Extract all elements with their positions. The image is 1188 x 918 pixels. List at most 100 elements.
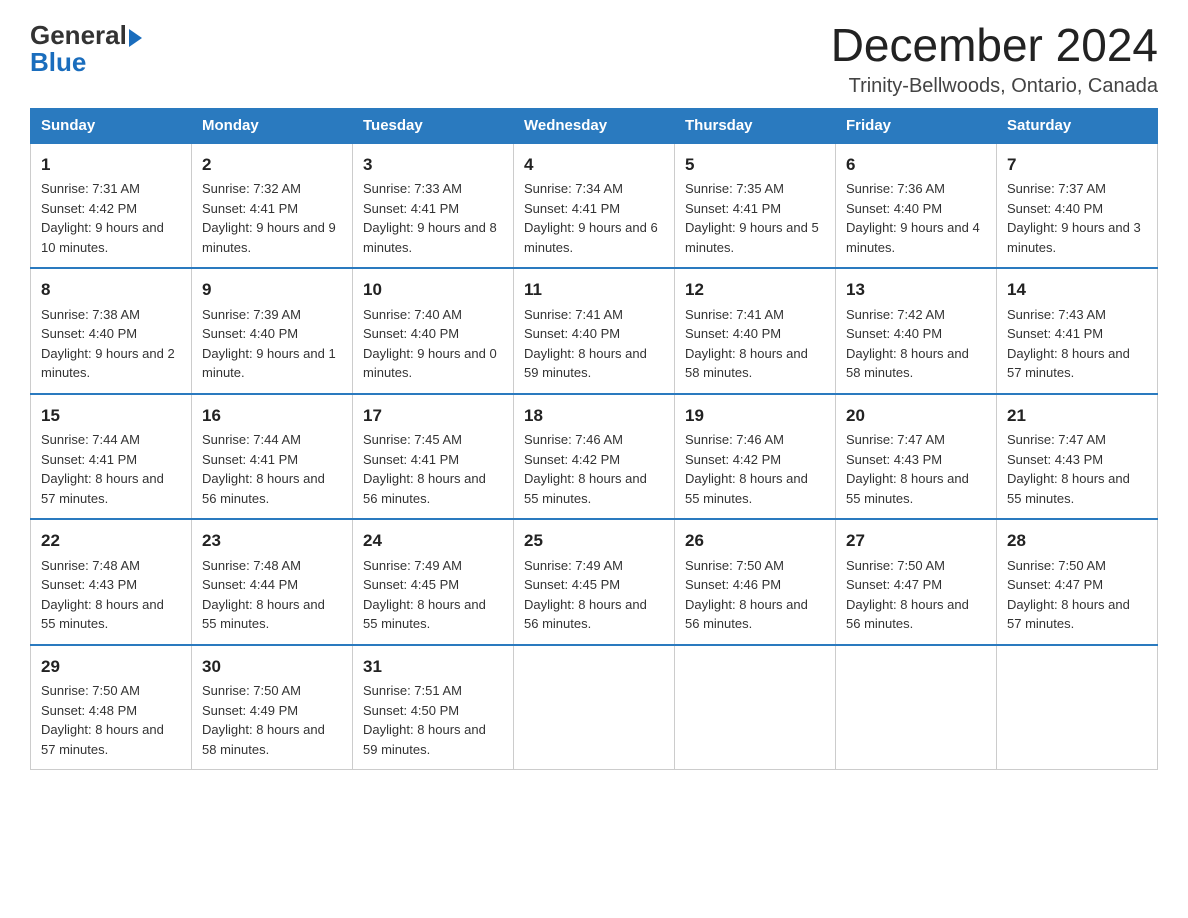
day-number: 27: [846, 528, 986, 554]
day-sunrise: Sunrise: 7:50 AM: [846, 558, 945, 573]
day-sunrise: Sunrise: 7:44 AM: [41, 432, 140, 447]
calendar-cell: 13 Sunrise: 7:42 AM Sunset: 4:40 PM Dayl…: [836, 268, 997, 394]
day-daylight: Daylight: 8 hours and 55 minutes.: [1007, 471, 1130, 506]
day-sunset: Sunset: 4:42 PM: [524, 452, 620, 467]
day-sunset: Sunset: 4:48 PM: [41, 703, 137, 718]
day-daylight: Daylight: 8 hours and 59 minutes.: [524, 346, 647, 381]
day-daylight: Daylight: 8 hours and 55 minutes.: [685, 471, 808, 506]
day-number: 29: [41, 654, 181, 680]
day-daylight: Daylight: 9 hours and 9 minutes.: [202, 220, 336, 255]
calendar-cell: 30 Sunrise: 7:50 AM Sunset: 4:49 PM Dayl…: [192, 645, 353, 770]
day-sunrise: Sunrise: 7:37 AM: [1007, 181, 1106, 196]
day-number: 22: [41, 528, 181, 554]
day-sunrise: Sunrise: 7:35 AM: [685, 181, 784, 196]
header-wednesday: Wednesday: [514, 108, 675, 143]
calendar-cell: 7 Sunrise: 7:37 AM Sunset: 4:40 PM Dayli…: [997, 143, 1158, 269]
day-number: 10: [363, 277, 503, 303]
day-daylight: Daylight: 8 hours and 56 minutes.: [685, 597, 808, 632]
calendar-cell: [997, 645, 1158, 770]
day-daylight: Daylight: 9 hours and 6 minutes.: [524, 220, 658, 255]
day-sunset: Sunset: 4:41 PM: [202, 201, 298, 216]
day-daylight: Daylight: 9 hours and 3 minutes.: [1007, 220, 1141, 255]
day-sunrise: Sunrise: 7:50 AM: [202, 683, 301, 698]
day-sunset: Sunset: 4:43 PM: [1007, 452, 1103, 467]
day-sunset: Sunset: 4:41 PM: [524, 201, 620, 216]
day-number: 17: [363, 403, 503, 429]
day-sunset: Sunset: 4:49 PM: [202, 703, 298, 718]
day-daylight: Daylight: 8 hours and 56 minutes.: [846, 597, 969, 632]
calendar-cell: 26 Sunrise: 7:50 AM Sunset: 4:46 PM Dayl…: [675, 519, 836, 645]
calendar-cell: 6 Sunrise: 7:36 AM Sunset: 4:40 PM Dayli…: [836, 143, 997, 269]
day-sunrise: Sunrise: 7:38 AM: [41, 307, 140, 322]
day-daylight: Daylight: 8 hours and 55 minutes.: [41, 597, 164, 632]
day-daylight: Daylight: 8 hours and 58 minutes.: [202, 722, 325, 757]
calendar-cell: 31 Sunrise: 7:51 AM Sunset: 4:50 PM Dayl…: [353, 645, 514, 770]
day-number: 5: [685, 152, 825, 178]
month-year-title: December 2024: [831, 20, 1158, 71]
day-number: 12: [685, 277, 825, 303]
calendar-week-4: 22 Sunrise: 7:48 AM Sunset: 4:43 PM Dayl…: [31, 519, 1158, 645]
day-sunset: Sunset: 4:44 PM: [202, 577, 298, 592]
day-sunrise: Sunrise: 7:47 AM: [846, 432, 945, 447]
calendar-cell: [836, 645, 997, 770]
title-block: December 2024 Trinity-Bellwoods, Ontario…: [831, 20, 1158, 98]
calendar-week-2: 8 Sunrise: 7:38 AM Sunset: 4:40 PM Dayli…: [31, 268, 1158, 394]
calendar-cell: [514, 645, 675, 770]
day-sunrise: Sunrise: 7:50 AM: [41, 683, 140, 698]
day-number: 1: [41, 152, 181, 178]
day-sunset: Sunset: 4:41 PM: [41, 452, 137, 467]
day-daylight: Daylight: 9 hours and 4 minutes.: [846, 220, 980, 255]
day-sunrise: Sunrise: 7:31 AM: [41, 181, 140, 196]
calendar-cell: 27 Sunrise: 7:50 AM Sunset: 4:47 PM Dayl…: [836, 519, 997, 645]
day-number: 30: [202, 654, 342, 680]
calendar-cell: 22 Sunrise: 7:48 AM Sunset: 4:43 PM Dayl…: [31, 519, 192, 645]
day-daylight: Daylight: 9 hours and 0 minutes.: [363, 346, 497, 381]
location-subtitle: Trinity-Bellwoods, Ontario, Canada: [831, 75, 1158, 98]
day-sunrise: Sunrise: 7:48 AM: [41, 558, 140, 573]
day-daylight: Daylight: 8 hours and 59 minutes.: [363, 722, 486, 757]
day-daylight: Daylight: 8 hours and 58 minutes.: [846, 346, 969, 381]
header-thursday: Thursday: [675, 108, 836, 143]
calendar-cell: 1 Sunrise: 7:31 AM Sunset: 4:42 PM Dayli…: [31, 143, 192, 269]
day-sunset: Sunset: 4:50 PM: [363, 703, 459, 718]
day-sunrise: Sunrise: 7:48 AM: [202, 558, 301, 573]
calendar-cell: 8 Sunrise: 7:38 AM Sunset: 4:40 PM Dayli…: [31, 268, 192, 394]
day-number: 16: [202, 403, 342, 429]
calendar-cell: 4 Sunrise: 7:34 AM Sunset: 4:41 PM Dayli…: [514, 143, 675, 269]
day-sunset: Sunset: 4:42 PM: [41, 201, 137, 216]
day-sunset: Sunset: 4:45 PM: [363, 577, 459, 592]
day-sunrise: Sunrise: 7:47 AM: [1007, 432, 1106, 447]
day-daylight: Daylight: 8 hours and 57 minutes.: [41, 471, 164, 506]
day-daylight: Daylight: 9 hours and 2 minutes.: [41, 346, 175, 381]
day-daylight: Daylight: 8 hours and 57 minutes.: [41, 722, 164, 757]
day-number: 11: [524, 277, 664, 303]
day-number: 21: [1007, 403, 1147, 429]
header-friday: Friday: [836, 108, 997, 143]
calendar-cell: 25 Sunrise: 7:49 AM Sunset: 4:45 PM Dayl…: [514, 519, 675, 645]
day-sunrise: Sunrise: 7:33 AM: [363, 181, 462, 196]
calendar-cell: 14 Sunrise: 7:43 AM Sunset: 4:41 PM Dayl…: [997, 268, 1158, 394]
day-sunset: Sunset: 4:40 PM: [41, 326, 137, 341]
calendar-cell: 29 Sunrise: 7:50 AM Sunset: 4:48 PM Dayl…: [31, 645, 192, 770]
page-header: General Blue December 2024 Trinity-Bellw…: [30, 20, 1158, 98]
weekday-header-row: Sunday Monday Tuesday Wednesday Thursday…: [31, 108, 1158, 143]
day-sunrise: Sunrise: 7:44 AM: [202, 432, 301, 447]
day-sunrise: Sunrise: 7:49 AM: [524, 558, 623, 573]
day-number: 26: [685, 528, 825, 554]
day-sunset: Sunset: 4:41 PM: [202, 452, 298, 467]
day-sunset: Sunset: 4:40 PM: [1007, 201, 1103, 216]
day-sunset: Sunset: 4:41 PM: [685, 201, 781, 216]
day-daylight: Daylight: 8 hours and 55 minutes.: [524, 471, 647, 506]
day-number: 20: [846, 403, 986, 429]
day-daylight: Daylight: 9 hours and 10 minutes.: [41, 220, 164, 255]
day-number: 18: [524, 403, 664, 429]
day-number: 15: [41, 403, 181, 429]
calendar-cell: 18 Sunrise: 7:46 AM Sunset: 4:42 PM Dayl…: [514, 394, 675, 520]
calendar-cell: 24 Sunrise: 7:49 AM Sunset: 4:45 PM Dayl…: [353, 519, 514, 645]
day-number: 2: [202, 152, 342, 178]
day-number: 23: [202, 528, 342, 554]
calendar-week-1: 1 Sunrise: 7:31 AM Sunset: 4:42 PM Dayli…: [31, 143, 1158, 269]
day-sunset: Sunset: 4:41 PM: [1007, 326, 1103, 341]
day-sunset: Sunset: 4:40 PM: [846, 326, 942, 341]
day-sunset: Sunset: 4:43 PM: [846, 452, 942, 467]
